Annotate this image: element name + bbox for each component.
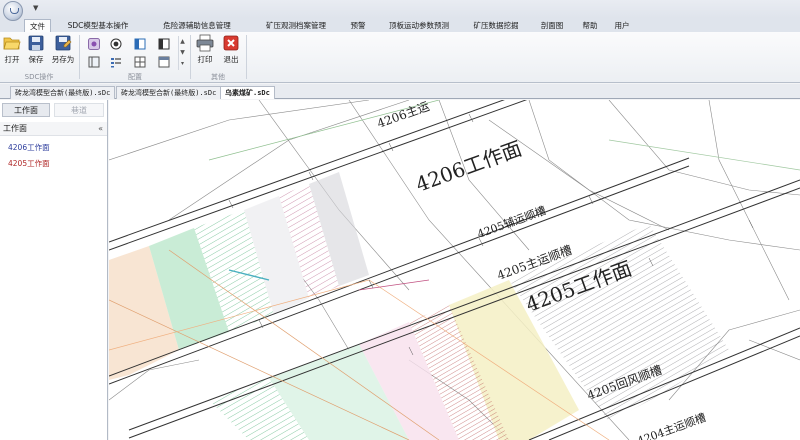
tab-user[interactable]: 用户 xyxy=(608,19,636,32)
grid-icon[interactable] xyxy=(134,56,146,68)
close-icon xyxy=(223,35,239,51)
group-separator xyxy=(246,35,247,79)
mine-map: 4206主运 4206工作面 4205辅运顺槽 4205主运顺槽 4205工作面… xyxy=(109,100,800,440)
collapse-icon[interactable]: « xyxy=(98,122,103,136)
tab-profile[interactable]: 剖面图 xyxy=(532,19,572,32)
tab-hazard-info[interactable]: 危险源辅助信息管理 xyxy=(148,19,246,32)
group-separator xyxy=(79,35,80,79)
label-face-4206: 4206工作面 xyxy=(413,136,525,196)
folder-open-icon xyxy=(3,37,21,50)
left-panel: 工作面 巷道 工作面 « 4206工作面 4205工作面 xyxy=(0,100,108,440)
target-icon[interactable] xyxy=(110,38,122,50)
save-as-button[interactable]: 另存为 xyxy=(50,34,76,65)
group-label-sdc: SDC操作 xyxy=(24,73,54,81)
open-label: 打开 xyxy=(4,55,20,64)
app-menu-orb-icon[interactable] xyxy=(3,1,23,21)
group-separator xyxy=(190,35,191,79)
panel-header-title: 工作面 xyxy=(3,124,27,133)
label-main-road-top: 4206主运 xyxy=(375,100,431,131)
tree-item-4206[interactable]: 4206工作面 xyxy=(8,142,50,153)
panel-header: 工作面 « xyxy=(0,122,107,136)
floppy-disk-icon xyxy=(28,35,44,51)
doc-tab-2[interactable]: 砖龙湾模型合新(最终版).sDc xyxy=(116,86,222,99)
open-button[interactable]: 打开 xyxy=(2,34,22,65)
quick-access-dropdown-icon[interactable]: ▼ xyxy=(33,4,38,12)
exit-button[interactable]: 退出 xyxy=(220,34,242,65)
print-button[interactable]: 打印 xyxy=(194,34,216,65)
print-label: 打印 xyxy=(197,55,213,64)
ribbon-panel: 打开 保存 另存为 SDC操作 ▲ ▼ ▾ 配置 打印 退出 其他 xyxy=(0,32,800,83)
config-option-icon[interactable] xyxy=(88,38,100,50)
label-main-road-4204: 4204主运顺槽 xyxy=(636,411,708,440)
printer-icon xyxy=(196,34,214,52)
gallery-scroll[interactable]: ▲ ▼ ▾ xyxy=(178,36,186,70)
ribbon-tab-bar: 文件 SDC模型基本操作 危险源辅助信息管理 矿压观测档案管理 预警 顶板运动参… xyxy=(0,18,800,32)
group-label-config: 配置 xyxy=(128,73,142,81)
tab-warning[interactable]: 预警 xyxy=(345,19,371,32)
tab-help[interactable]: 帮助 xyxy=(576,19,604,32)
tab-roof-prediction[interactable]: 顶板运动参数预测 xyxy=(377,19,461,32)
layout-icon[interactable] xyxy=(88,56,100,68)
save-label: 保存 xyxy=(28,55,44,64)
page-blue-icon[interactable] xyxy=(134,38,146,50)
title-bar: ▼ xyxy=(0,0,800,18)
save-as-icon xyxy=(55,35,72,51)
tab-file[interactable]: 文件 xyxy=(24,19,51,32)
group-label-other: 其他 xyxy=(211,73,225,81)
document-tab-bar: 砖龙湾模型合新(最终版).sDc 砖龙湾模型合新(最终版).sDc 乌素煤矿.s… xyxy=(0,84,800,99)
save-as-label: 另存为 xyxy=(51,55,75,64)
tab-sdc-model[interactable]: SDC模型基本操作 xyxy=(54,19,142,32)
tree-item-4205[interactable]: 4205工作面 xyxy=(8,158,50,169)
exit-label: 退出 xyxy=(223,55,239,64)
panel-tab-roadway[interactable]: 巷道 xyxy=(54,103,104,117)
page-black-icon[interactable] xyxy=(158,38,170,50)
map-canvas[interactable]: 4206主运 4206工作面 4205辅运顺槽 4205主运顺槽 4205工作面… xyxy=(109,100,800,440)
table-icon[interactable] xyxy=(158,56,170,68)
tab-data-mining[interactable]: 矿压数据挖掘 xyxy=(466,19,526,32)
tab-pressure-archive[interactable]: 矿压观测档案管理 xyxy=(252,19,340,32)
list-icon[interactable] xyxy=(110,56,122,68)
doc-tab-3[interactable]: 乌素煤矿.sDc xyxy=(220,86,275,99)
doc-tab-1[interactable]: 砖龙湾模型合新(最终版).sDc xyxy=(10,86,116,99)
label-aux-road: 4205辅运顺槽 xyxy=(475,203,547,241)
save-button[interactable]: 保存 xyxy=(26,34,46,65)
panel-tab-workface[interactable]: 工作面 xyxy=(2,103,50,117)
